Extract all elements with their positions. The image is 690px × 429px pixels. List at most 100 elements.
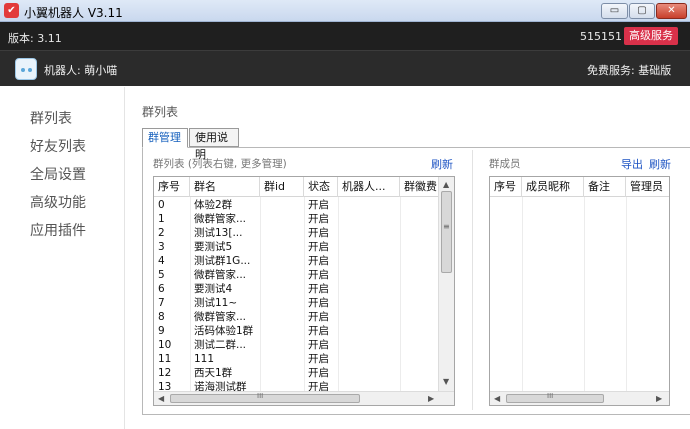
group-table-horizontal-scrollbar[interactable]: ◀ III ▶ [154, 391, 454, 405]
maximize-button[interactable]: ▢ [629, 3, 655, 19]
sidebar-item-advanced[interactable]: 高级功能 [30, 192, 86, 212]
table-row[interactable]: 3 要测试5 开启 [154, 240, 439, 254]
cell-idx: 8 [158, 311, 165, 323]
table-row[interactable]: 10 测试二群... 开启 [154, 338, 439, 352]
tab-group-management[interactable]: 群管理 [142, 128, 188, 148]
cell-idx: 7 [158, 297, 165, 309]
member-list-caption: 群成员 [489, 158, 521, 170]
cell-empty [338, 352, 400, 366]
cell-name: 西天1群 [194, 367, 233, 379]
robot-bar: 机器人: 萌小喵 免费服务: 基础版 [0, 50, 690, 86]
table-header: 序号 群名 群id 状态 机器人... 群徽费 [154, 177, 439, 197]
cell-empty [260, 352, 304, 366]
cell-empty [400, 254, 439, 268]
group-table[interactable]: 序号 群名 群id 状态 机器人... 群徽费 0 体验2群开启 1 微群管家... 开… [153, 176, 455, 406]
cell-empty [338, 268, 400, 282]
table-row[interactable]: 12 西天1群 开启 [154, 366, 439, 380]
version-label: 版本: 3.11 [8, 32, 62, 45]
cell-empty [400, 282, 439, 296]
scroll-right-icon[interactable]: ▶ [428, 394, 434, 403]
scroll-thumb[interactable]: III [506, 392, 604, 403]
table-row[interactable]: 4 测试群1G... 开启 [154, 254, 439, 268]
table-row[interactable]: 9 活码体验1群 开启 [154, 324, 439, 338]
cell-empty [260, 310, 304, 324]
cell-name: 体验2群 [194, 199, 233, 211]
scroll-right-icon[interactable]: ▶ [656, 394, 662, 403]
scroll-left-icon[interactable]: ◀ [494, 394, 500, 403]
cell-empty [400, 226, 439, 240]
table-row[interactable]: 6 要测试4 开启 [154, 282, 439, 296]
table-row[interactable]: 2 测试13[... 开启 [154, 226, 439, 240]
cell-name: 微群管家... [194, 213, 247, 225]
cell-name: 活码体验1群 [194, 325, 254, 337]
cell-idx: 0 [158, 199, 165, 211]
sidebar: 群列表 好友列表 全局设置 高级功能 应用插件 [0, 87, 125, 429]
cell-name: 要测试4 [194, 283, 233, 295]
table-row[interactable]: 7 测试11~ 开启 [154, 296, 439, 310]
cell-empty [338, 338, 400, 352]
column-header[interactable]: 成员昵称 [522, 177, 584, 197]
cell-idx: 2 [158, 227, 165, 239]
group-refresh-link[interactable]: 刷新 [431, 156, 453, 172]
column-divider [584, 197, 585, 391]
premium-service-button[interactable]: 高级服务 [624, 27, 678, 45]
column-header[interactable]: 备注 [584, 177, 626, 197]
table-row[interactable]: 8 微群管家... 开启 [154, 310, 439, 324]
grip-icon: III [257, 392, 264, 400]
cell-empty [338, 226, 400, 240]
column-header[interactable]: 群徽费 [400, 177, 439, 197]
cell-idx: 6 [158, 283, 165, 295]
table-row[interactable]: 0 体验2群 开启 [154, 198, 439, 212]
cell-empty [260, 296, 304, 310]
cell-name: 要测试5 [194, 241, 233, 253]
column-header[interactable]: 管理员 [626, 177, 669, 197]
cell-idx: 1 [158, 213, 165, 225]
column-header[interactable]: 群名 [190, 177, 260, 197]
window-title: 小翼机器人 V3.11 [24, 6, 123, 20]
close-button[interactable]: ✕ [656, 3, 687, 19]
cell-empty [338, 198, 400, 212]
scroll-left-icon[interactable]: ◀ [158, 394, 164, 403]
column-header[interactable]: 状态 [304, 177, 338, 197]
scroll-thumb[interactable]: III [170, 392, 360, 403]
table-row[interactable]: 11 111 开启 [154, 352, 439, 366]
sidebar-item-group-list[interactable]: 群列表 [30, 108, 72, 128]
cell-status: 开启 [308, 213, 329, 225]
scroll-up-icon[interactable]: ▲ [443, 180, 449, 189]
scroll-thumb[interactable]: ≡ [441, 191, 452, 273]
cell-empty [338, 254, 400, 268]
cell-empty [400, 366, 439, 380]
cell-empty [338, 366, 400, 380]
column-header[interactable]: 序号 [490, 177, 522, 197]
column-header[interactable]: 群id [260, 177, 304, 197]
robot-avatar-icon [15, 58, 37, 80]
tab-usage-guide[interactable]: 使用说明 [189, 128, 239, 161]
member-export-link[interactable]: 导出 [621, 156, 643, 172]
table-row[interactable]: 5 微群管家... 开启 [154, 268, 439, 282]
member-refresh-link[interactable]: 刷新 [649, 156, 671, 172]
group-list-caption: 群列表 (列表右键, 更多管理) [153, 158, 287, 170]
cell-status: 开启 [308, 255, 329, 267]
cell-empty [400, 212, 439, 226]
sidebar-item-friend-list[interactable]: 好友列表 [30, 136, 86, 156]
member-table-horizontal-scrollbar[interactable]: ◀ III ▶ [490, 391, 669, 405]
column-header[interactable]: 序号 [154, 177, 190, 197]
sidebar-item-plugins[interactable]: 应用插件 [30, 220, 86, 240]
panel-divider [472, 150, 473, 410]
cell-idx: 11 [158, 353, 172, 365]
cell-empty [338, 324, 400, 338]
cell-status: 开启 [308, 325, 329, 337]
cell-empty [260, 254, 304, 268]
cell-empty [260, 282, 304, 296]
table-row[interactable]: 1 微群管家... 开启 [154, 212, 439, 226]
scroll-down-icon[interactable]: ▼ [443, 377, 449, 386]
group-table-vertical-scrollbar[interactable]: ▲ ≡ ▼ [438, 177, 454, 391]
cell-empty [260, 268, 304, 282]
column-header[interactable]: 机器人... [338, 177, 400, 197]
member-table[interactable]: 序号 成员昵称 备注 管理员 ◀ III ▶ [489, 176, 670, 406]
cell-name: 微群管家... [194, 269, 247, 281]
grip-icon: ≡ [443, 222, 450, 231]
cell-empty [260, 198, 304, 212]
sidebar-item-global-settings[interactable]: 全局设置 [30, 164, 86, 184]
minimize-button[interactable]: ▭ [601, 3, 628, 19]
